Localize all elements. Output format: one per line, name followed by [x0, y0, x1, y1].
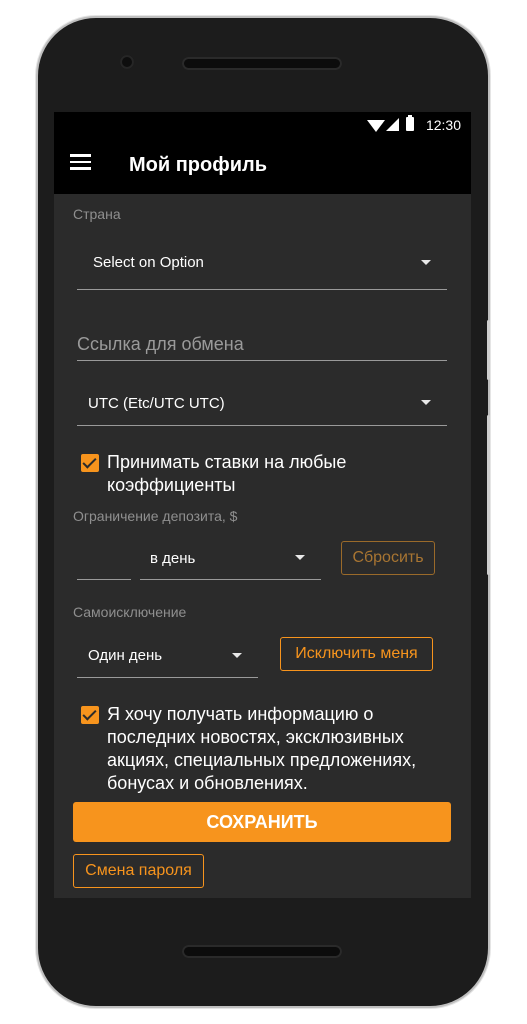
accept-any-odds-checkbox[interactable]: [81, 454, 99, 472]
app-bar: Мой профиль: [54, 138, 471, 194]
country-label: Страна: [73, 206, 121, 222]
timezone-select[interactable]: UTC (Etc/UTC UTC): [77, 380, 447, 426]
menu-icon[interactable]: [70, 154, 91, 170]
battery-icon: [406, 115, 414, 131]
newsletter-label: Я хочу получать информацию о последних н…: [107, 704, 417, 793]
deposit-amount-input[interactable]: [77, 542, 131, 580]
chevron-down-icon: [421, 260, 431, 265]
save-button[interactable]: СОХРАНИТЬ: [73, 802, 451, 842]
bottom-speaker: [182, 945, 342, 958]
wifi-icon: [367, 120, 385, 132]
newsletter-checkbox[interactable]: [81, 706, 99, 724]
earpiece-speaker: [182, 57, 342, 70]
self-exclusion-label: Самоисключение: [73, 604, 187, 620]
status-time: 12:30: [425, 117, 461, 133]
chevron-down-icon: [421, 400, 431, 405]
screen: 12:30 Мой профиль Страна Select on Optio…: [54, 112, 471, 898]
deposit-period-select[interactable]: в день: [140, 542, 321, 580]
self-exclusion-select[interactable]: Один день: [77, 637, 258, 678]
page-title: Мой профиль: [129, 154, 268, 176]
cell-signal-icon: [386, 118, 399, 131]
timezone-select-value: UTC (Etc/UTC UTC): [88, 395, 225, 412]
deposit-period-value: в день: [150, 550, 196, 567]
chevron-down-icon: [295, 555, 305, 560]
status-bar: 12:30: [54, 112, 471, 138]
accept-any-odds-label: Принимать ставки на любые коэффициенты: [107, 452, 347, 495]
exchange-link-placeholder: Ссылка для обмена: [77, 334, 244, 354]
power-button: [487, 320, 490, 380]
change-password-button[interactable]: Смена пароля: [73, 854, 204, 888]
chevron-down-icon: [232, 653, 242, 658]
self-exclusion-value: Один день: [88, 647, 163, 664]
exchange-link-input[interactable]: Ссылка для обмена: [77, 322, 447, 361]
reset-button[interactable]: Сбросить: [341, 541, 435, 575]
exclude-me-button[interactable]: Исключить меня: [280, 637, 433, 671]
volume-button: [487, 415, 490, 575]
deposit-limit-label: Ограничение депозита, $: [73, 508, 238, 524]
country-select[interactable]: Select on Option: [77, 238, 447, 290]
country-select-value: Select on Option: [93, 254, 204, 271]
front-camera: [120, 55, 134, 69]
